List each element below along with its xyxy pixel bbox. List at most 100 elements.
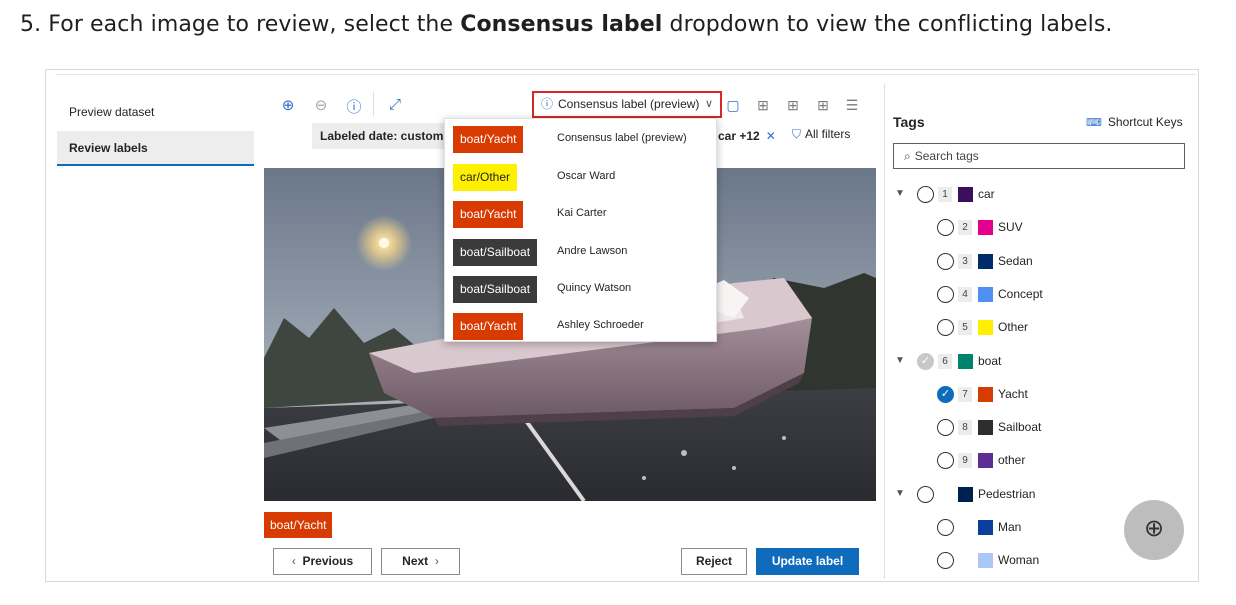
tag-name[interactable]: Man xyxy=(998,520,1021,534)
chevron-left-icon: ‹ xyxy=(291,554,296,568)
tag-color-swatch xyxy=(958,353,973,369)
tag-radio[interactable] xyxy=(937,552,954,570)
label-badge: boat/Sailboat xyxy=(453,276,538,303)
tag-number: 3 xyxy=(958,253,972,269)
consensus-menu-item[interactable]: boat/Yacht Consensus label (preview) xyxy=(445,126,716,156)
expand-icon[interactable]: ⤢ xyxy=(386,96,404,113)
tag-name[interactable]: SUV xyxy=(998,220,1023,234)
collapse-triangle-icon[interactable]: ▼ xyxy=(895,488,905,499)
label-badge: car/Other xyxy=(453,164,518,191)
next-button[interactable]: Next › xyxy=(381,548,460,575)
instruction-text: 5. For each image to review, select the … xyxy=(20,12,1113,37)
filter-icon: ⛉ xyxy=(792,127,802,141)
consensus-menu-item[interactable]: boat/Sailboat Andre Lawson xyxy=(445,239,716,269)
tag-color-swatch xyxy=(978,286,993,302)
keyboard-icon: ⌨ xyxy=(1086,117,1102,129)
tag-radio[interactable]: ✓ xyxy=(917,352,934,370)
tag-name[interactable]: Woman xyxy=(998,553,1039,567)
tag-number: 4 xyxy=(958,286,972,302)
tag-number: 8 xyxy=(958,420,972,436)
tag-radio[interactable] xyxy=(937,252,954,270)
consensus-menu-item[interactable]: boat/Yacht Ashley Schroeder xyxy=(445,313,716,343)
shortcut-keys-button[interactable]: ⌨ Shortcut Keys xyxy=(1086,115,1183,129)
labeler-name: Kai Carter xyxy=(557,207,607,219)
info-icon[interactable]: ⓘ xyxy=(345,96,363,117)
labeler-name: Andre Lawson xyxy=(557,245,628,257)
tag-name[interactable]: Other xyxy=(998,320,1028,334)
label-badge: boat/Yacht xyxy=(453,201,524,228)
tag-color-swatch xyxy=(978,420,993,436)
collapse-triangle-icon[interactable]: ▼ xyxy=(895,188,905,199)
list-view-icon[interactable]: ☰ xyxy=(844,97,860,114)
grid-2x2-icon[interactable]: ⊞ xyxy=(755,97,771,114)
tag-color-swatch xyxy=(978,453,993,469)
zoom-in-icon[interactable]: ⊕ xyxy=(279,96,297,114)
tag-color-swatch xyxy=(978,386,993,402)
consensus-label-text: Consensus label (preview) xyxy=(558,97,700,111)
chevron-down-icon: ∨ xyxy=(704,98,713,110)
tag-number: 5 xyxy=(958,320,972,336)
tag-radio[interactable] xyxy=(917,485,934,503)
reject-button[interactable]: Reject xyxy=(681,548,747,575)
tag-color-swatch xyxy=(978,320,993,336)
filter-labeled-date[interactable]: Labeled date: custom xyxy=(312,123,452,149)
tag-number: 7 xyxy=(958,386,972,402)
collapse-triangle-icon[interactable]: ▼ xyxy=(895,355,905,366)
consensus-menu-item[interactable]: boat/Yacht Kai Carter xyxy=(445,201,716,231)
label-badge: boat/Sailboat xyxy=(453,239,538,266)
app-screenshot-frame: Preview dataset Review labels ⊕ ⊖ ⓘ ⤢ ⓘ … xyxy=(45,69,1199,582)
nav-review-labels[interactable]: Review labels xyxy=(57,131,254,166)
consensus-menu-item[interactable]: car/Other Oscar Ward xyxy=(445,164,716,194)
previous-button[interactable]: ‹ Previous xyxy=(273,548,372,575)
labeler-name: Oscar Ward xyxy=(557,170,616,182)
instruction-suffix: dropdown to view the conflicting labels. xyxy=(662,12,1113,37)
tag-radio[interactable] xyxy=(937,519,954,536)
tag-radio[interactable] xyxy=(937,285,954,303)
tag-name[interactable]: Sedan xyxy=(998,254,1033,268)
tag-radio[interactable] xyxy=(937,452,954,470)
all-filters-button[interactable]: ⛉ All filters xyxy=(792,127,850,142)
tag-color-swatch xyxy=(958,187,973,202)
consensus-label-dropdown[interactable]: ⓘ Consensus label (preview) ∨ xyxy=(532,91,722,118)
tag-number: 2 xyxy=(958,220,972,236)
tag-color-swatch xyxy=(978,520,993,535)
tag-name[interactable]: car xyxy=(978,187,995,201)
tag-number: 9 xyxy=(958,453,972,469)
nav-preview-dataset[interactable]: Preview dataset xyxy=(57,95,254,130)
info-icon: ⓘ xyxy=(541,97,554,111)
update-label-button[interactable]: Update label xyxy=(756,548,859,575)
grid-4x4-icon[interactable]: ⊞ xyxy=(815,97,831,114)
labeler-name: Consensus label (preview) xyxy=(557,132,687,144)
zoom-out-icon[interactable]: ⊖ xyxy=(312,96,330,114)
close-icon[interactable]: ✕ xyxy=(766,129,776,143)
tag-radio[interactable]: ✓ xyxy=(937,385,954,403)
tag-name[interactable]: Concept xyxy=(998,287,1043,301)
tag-radio[interactable] xyxy=(937,319,954,337)
tag-radio[interactable] xyxy=(937,419,954,437)
image-label-tag: boat/Yacht xyxy=(264,512,333,538)
tag-color-swatch xyxy=(978,553,993,569)
chevron-right-icon: › xyxy=(434,554,439,568)
search-tags-input[interactable]: ⌕ Search tags xyxy=(893,143,1185,169)
zoom-in-icon: ⊕ xyxy=(1143,515,1165,542)
zoom-fab-button[interactable]: ⊕ xyxy=(1124,500,1184,560)
single-view-icon[interactable]: ▢ xyxy=(725,97,741,114)
tag-number: 6 xyxy=(938,353,952,369)
tag-name[interactable]: Sailboat xyxy=(998,420,1041,434)
tag-number: 1 xyxy=(938,187,952,202)
tag-name[interactable]: Yacht xyxy=(998,387,1028,401)
tag-radio[interactable] xyxy=(917,186,934,203)
tag-color-swatch xyxy=(978,220,993,236)
labeler-name: Quincy Watson xyxy=(557,282,632,294)
tag-name[interactable]: boat xyxy=(978,354,1001,368)
filter-car[interactable]: car +12 ✕ xyxy=(710,123,784,149)
labeler-name: Ashley Schroeder xyxy=(557,319,644,331)
tag-name[interactable]: other xyxy=(998,453,1025,467)
grid-3x3-icon[interactable]: ⊞ xyxy=(785,97,801,114)
instruction-prefix: 5. For each image to review, select the xyxy=(20,12,461,37)
tag-color-swatch xyxy=(978,253,993,269)
consensus-menu-item[interactable]: boat/Sailboat Quincy Watson xyxy=(445,276,716,306)
tag-radio[interactable] xyxy=(937,219,954,237)
tag-color-swatch xyxy=(958,486,973,502)
tag-name[interactable]: Pedestrian xyxy=(978,487,1035,501)
